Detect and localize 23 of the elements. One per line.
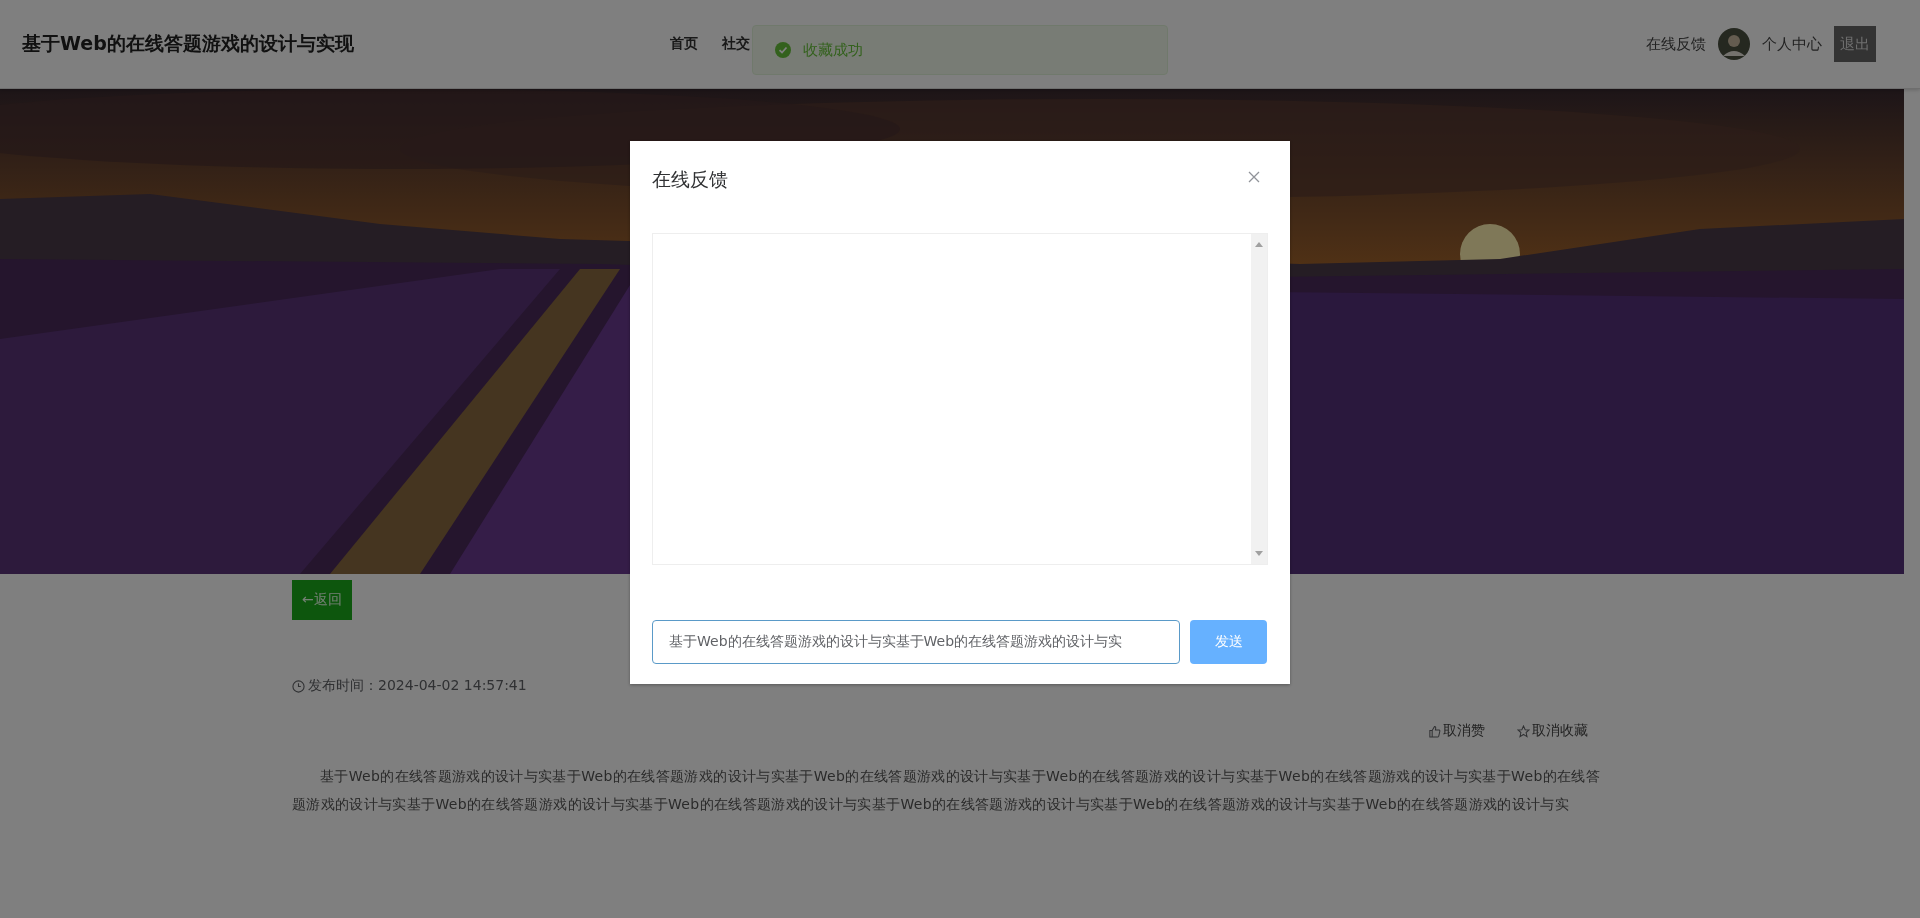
send-button[interactable]: 发送: [1190, 620, 1267, 664]
close-icon[interactable]: [1248, 171, 1260, 183]
action-link[interactable]: 取消赞: [1428, 722, 1485, 740]
publish-time: 发布时间：2024-04-02 14:57:41: [308, 677, 527, 695]
scrollbar[interactable]: [1251, 234, 1267, 564]
back-button[interactable]: ←返回: [292, 580, 352, 620]
star-icon: [1517, 724, 1530, 738]
scroll-down-icon: [1255, 551, 1263, 556]
profile-link[interactable]: 个人中心: [1762, 34, 1822, 54]
avatar-icon: [1718, 28, 1750, 60]
message-input[interactable]: 基于Web的在线答题游戏的设计与实基于Web的在线答题游戏的设计与实: [652, 620, 1180, 664]
feedback-link[interactable]: 在线反馈: [1646, 34, 1706, 54]
toast-text: 收藏成功: [803, 40, 863, 60]
clock-icon: [292, 679, 305, 693]
dialog-title: 在线反馈: [652, 167, 728, 192]
check-circle-icon: [775, 42, 791, 58]
nav-link[interactable]: 社交: [722, 35, 750, 53]
thumbs-up-icon: [1428, 724, 1441, 738]
action-link[interactable]: 取消收藏: [1517, 722, 1588, 740]
scroll-up-icon: [1255, 242, 1263, 247]
article-body: 基于Web的在线答题游戏的设计与实基于Web的在线答题游戏的设计与实基于Web的在线答题游戏的设计与实基于Web的在线答题游戏的设计与实基于Web的在线答题游戏的设计与实基于Web的在线答题游戏的设计与实基于Web的在线答题游戏的设计与实基于Web的在线答题游戏的设计与实基于Web的在线答题游戏的设计与实基于Web的在线答题游戏的设计与实基于Web的在线答题游戏的设计与实: [292, 767, 1602, 814]
site-title: 基于Web的在线答题游戏的设计与实现: [22, 31, 355, 56]
nav-link[interactable]: 首页: [670, 35, 698, 53]
